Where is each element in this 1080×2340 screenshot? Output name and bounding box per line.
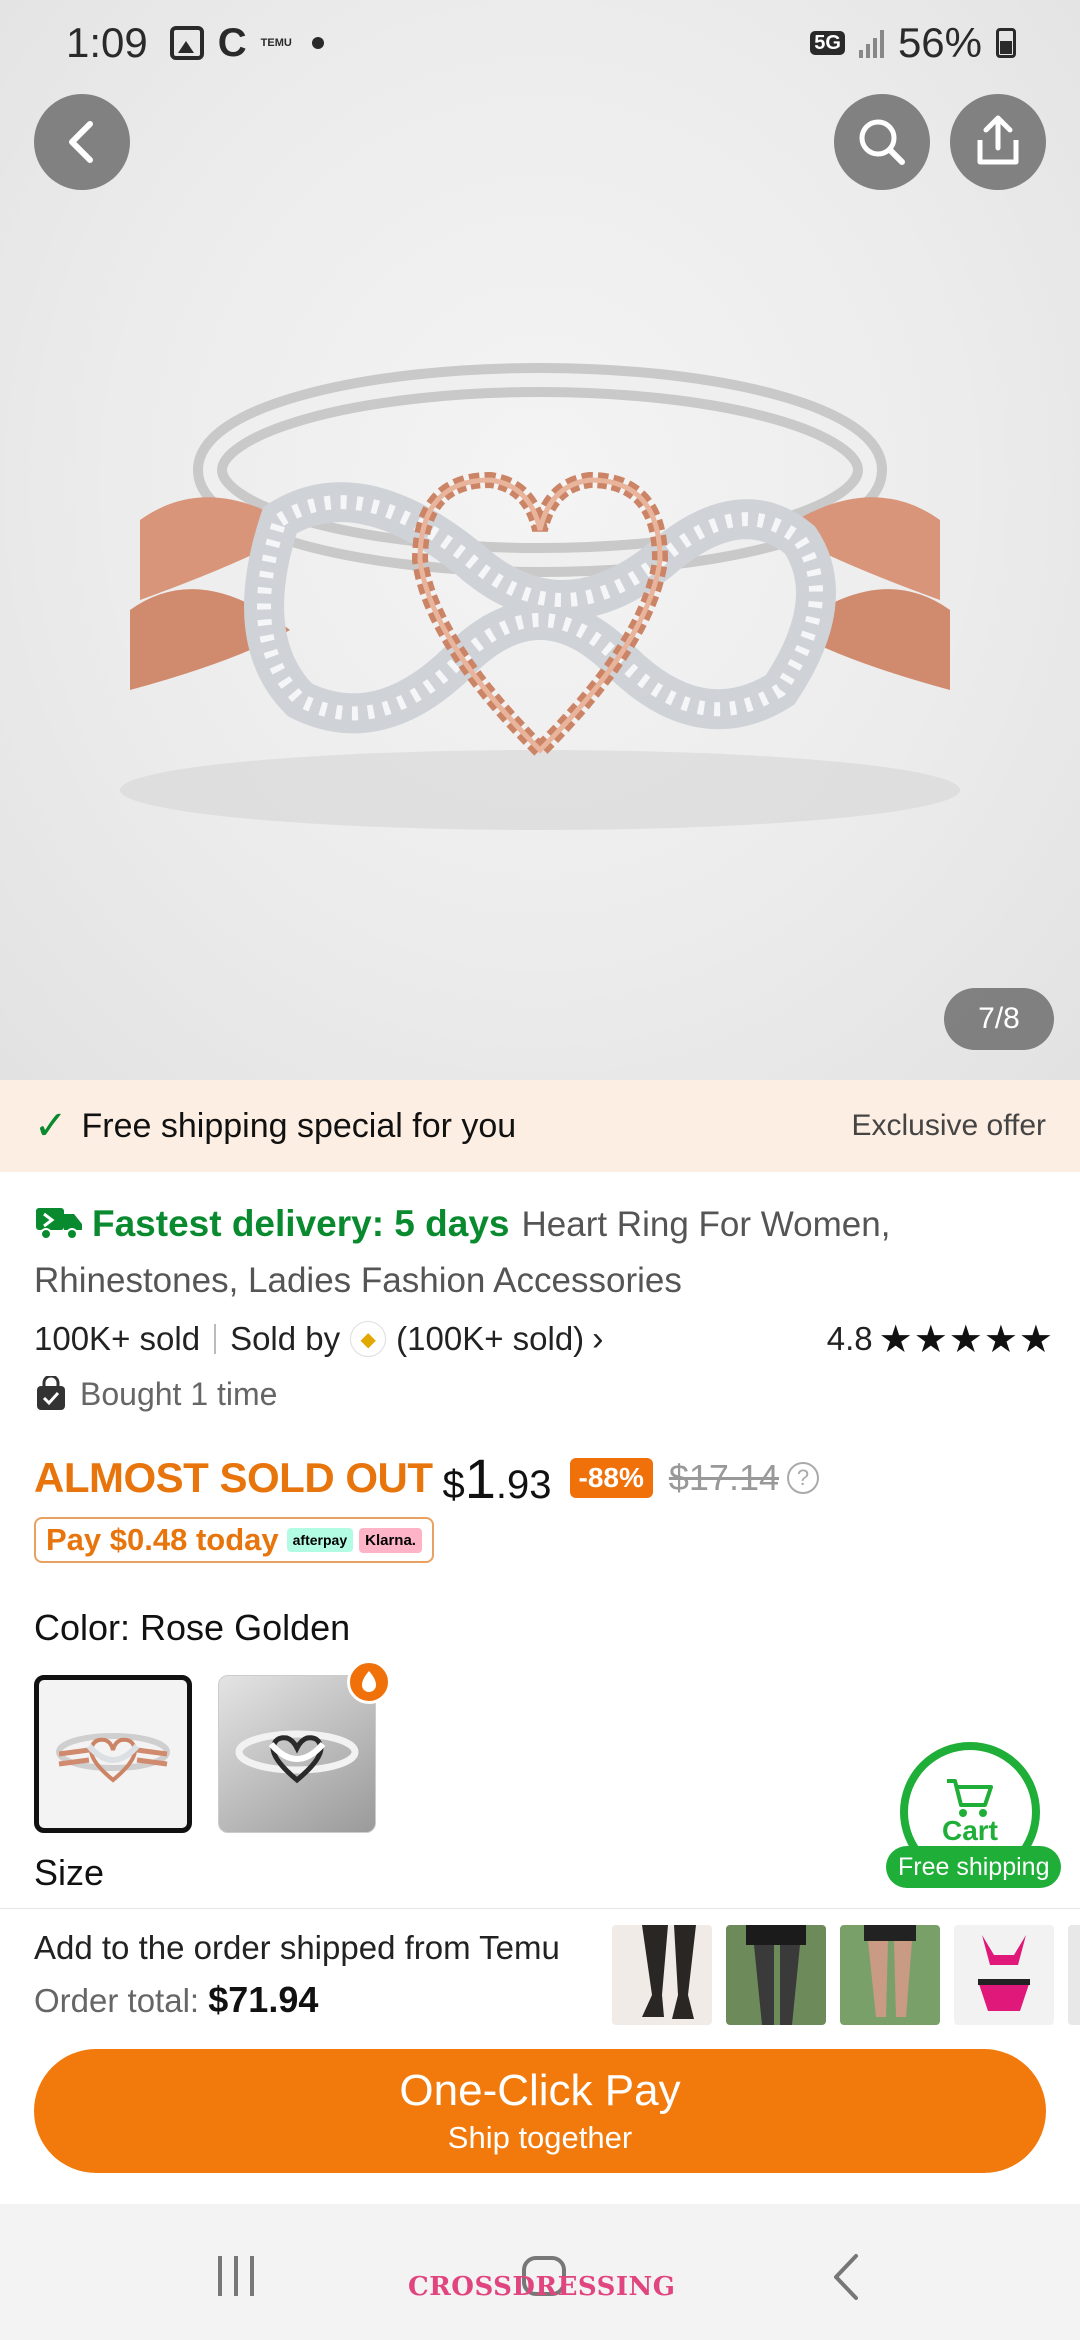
delivery-truck-icon [36,1208,82,1240]
hot-flame-icon [347,1660,391,1704]
bought-count: Bought 1 time [80,1375,278,1412]
divider [214,1324,217,1354]
sales-row: 100K+ sold Sold by ◆ (100K+ sold) › 4.8 … [34,1315,1054,1363]
status-bar: 1:09 C TEMU 5G 56% [0,0,1080,86]
pay-today-box[interactable]: Pay $0.48 today afterpay Klarna. [34,1517,434,1563]
system-nav-bar: CROSSDRESSING [0,2204,1080,2340]
sold-by-label[interactable]: Sold by [230,1320,340,1358]
exclusive-offer-label: Exclusive offer [851,1109,1046,1142]
search-button[interactable] [834,94,930,190]
order-item-thumbnail[interactable] [840,1925,940,2025]
free-shipping-pill[interactable]: Free shipping [886,1846,1062,1888]
product-title-block[interactable]: Fastest delivery: 5 days Heart Ring For W… [34,1196,1054,1309]
chevron-right-icon[interactable]: › [592,1320,603,1359]
order-item-thumbnail[interactable] [612,1925,712,2025]
seller-sold-count[interactable]: (100K+ sold) [396,1320,584,1358]
free-shipping-banner[interactable]: ✓ Free shipping special for you Exclusiv… [0,1080,1080,1172]
watermark-text: CROSSDRESSING [408,2272,676,2302]
shopping-bag-icon [37,1376,65,1410]
share-icon [977,115,1019,165]
swatch-rose-golden[interactable] [34,1675,192,1833]
rating[interactable]: 4.8 ★★★★★ [827,1317,1054,1362]
order-summary: Add to the order shipped from Temu Order… [34,1929,560,2021]
product-info: Fastest delivery: 5 days Heart Ring For W… [34,1196,1054,1833]
sold-count: 100K+ sold [34,1320,201,1357]
notification-dot-icon [311,37,324,49]
order-item-thumbnail[interactable] [954,1925,1054,2025]
image-counter: 7/8 [944,988,1054,1050]
one-click-pay-button[interactable]: One-Click Pay Ship together [34,2049,1046,2173]
cart-icon [947,1779,993,1817]
order-item-thumbnail[interactable] [1068,1925,1080,2025]
pay-today-text: Pay $0.48 today [46,1522,279,1557]
checkmark-icon: ✓ [34,1104,68,1148]
add-to-order-text: Add to the order shipped from Temu [34,1929,560,1966]
battery-percent: 56% [897,19,982,66]
swatch-silver[interactable] [218,1660,391,1833]
discount-badge: -88% [569,1458,653,1498]
cart-label: Cart [941,1815,998,1846]
order-thumbnails[interactable] [612,1925,1080,2025]
almost-sold-out-label: ALMOST SOLD OUT [34,1454,433,1501]
order-item-thumbnail[interactable] [726,1925,826,2025]
bought-row: Bought 1 time [34,1369,1054,1419]
rating-value: 4.8 [826,1320,873,1357]
back-nav-icon[interactable] [828,2252,864,2302]
rating-stars-icon: ★★★★★ [878,1318,1054,1361]
current-price: $1.93 [442,1446,552,1510]
network-5g-icon: 5G [810,31,845,55]
order-total-value: $71.94 [208,1979,319,2020]
ship-together-label: Ship together [447,2120,633,2155]
gallery-icon [169,26,204,60]
chevron-left-icon [69,121,93,163]
original-price: $17.14 [668,1457,779,1498]
klarna-logo: Klarna. [359,1527,422,1553]
c-app-icon: C [217,20,247,65]
product-image[interactable]: 1:09 C TEMU 5G 56% 7/8 [0,0,1080,1080]
one-click-pay-label: One-Click Pay [399,2066,681,2115]
temu-notification-icon: TEMU [260,37,292,49]
search-icon [859,119,905,165]
help-icon[interactable]: ? [786,1462,819,1494]
share-button[interactable] [950,94,1046,190]
order-total: Order total: $71.94 [34,1979,319,2020]
ring-silver-thumbnail [235,1730,359,1784]
back-button[interactable] [34,94,130,190]
price-row: ALMOST SOLD OUT $1.93 -88% $17.14 ? [34,1445,1054,1511]
recents-icon[interactable] [218,2256,254,2296]
seller-logo-icon[interactable]: ◆ [350,1321,387,1357]
color-label: Color: Rose Golden [34,1607,351,1648]
free-shipping-title: Free shipping special for you [81,1106,517,1145]
order-bar: Add to the order shipped from Temu Order… [0,1908,1080,2204]
battery-icon [996,28,1016,58]
size-label: Size [34,1852,105,1893]
ring-rose-thumbnail [56,1733,170,1783]
status-time: 1:09 [66,19,148,66]
fastest-delivery: Fastest delivery: 5 days [92,1203,510,1244]
afterpay-logo: afterpay [286,1528,354,1552]
signal-icon [858,28,884,58]
